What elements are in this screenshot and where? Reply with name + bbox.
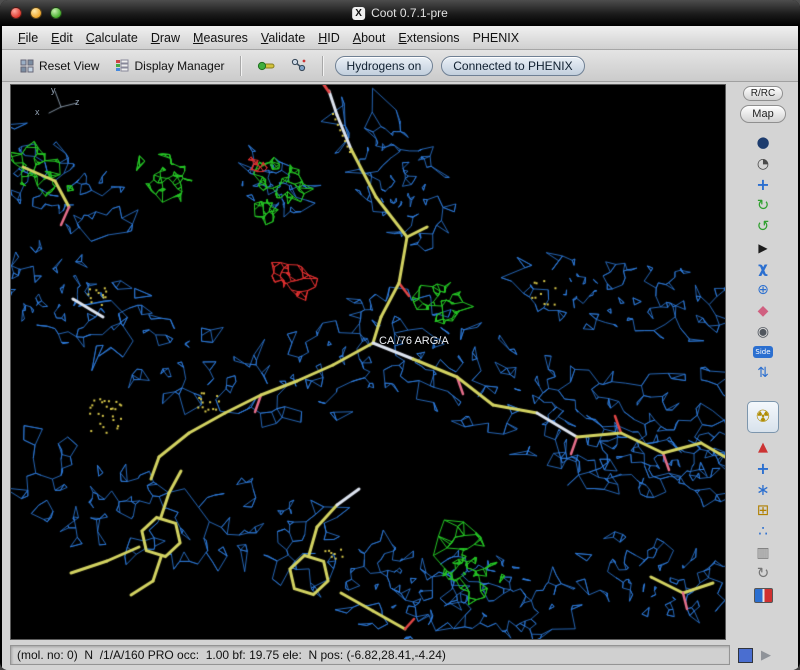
cross-tool-icon[interactable]: + (750, 458, 776, 479)
key-icon (257, 61, 275, 70)
x11-icon: X (352, 6, 366, 20)
title-bar: X Coot 0.7.1-pre (0, 0, 800, 26)
window-title-group: X Coot 0.7.1-pre (352, 0, 448, 26)
close-button[interactable] (10, 7, 22, 19)
toolbar-separator (239, 55, 242, 76)
play-icon[interactable]: ▶ (750, 237, 776, 258)
radiation-icon: ☢ (755, 406, 771, 427)
atom-pair-icon[interactable]: ⊕ (750, 279, 776, 300)
status-bar: (mol. no: 0) N /1/A/160 PRO occ: 1.00 bf… (2, 642, 798, 670)
hydrogens-toggle-button[interactable]: Hydrogens on (334, 55, 434, 76)
menu-draw[interactable]: Draw (151, 31, 180, 45)
menu-validate[interactable]: Validate (261, 31, 305, 45)
translate-icon[interactable]: + (750, 174, 776, 195)
axis-y-label: y (51, 85, 56, 95)
phenix-status-button[interactable]: Connected to PHENIX (441, 55, 585, 76)
menu-measures[interactable]: Measures (193, 31, 248, 45)
active-tool-button[interactable]: ☢ (747, 401, 779, 433)
menu-phenix[interactable]: PHENIX (473, 31, 520, 45)
goto-atom-icon (291, 58, 305, 72)
reset-view-button[interactable]: Reset View (16, 57, 103, 75)
coot-window: X Coot 0.7.1-pre File Edit Calculate Dra… (0, 0, 800, 670)
menu-extensions[interactable]: Extensions (398, 31, 459, 45)
toggle-key-button[interactable] (253, 57, 279, 75)
menu-about[interactable]: About (353, 31, 386, 45)
trash-icon[interactable]: ▥ (750, 542, 776, 563)
add-atom-icon[interactable]: ⊞ (750, 500, 776, 521)
display-manager-icon (116, 59, 129, 72)
water-dots-icon[interactable]: ∴ (750, 521, 776, 542)
window-controls (0, 7, 62, 19)
axis-z-label: z (75, 97, 80, 107)
tool-bar: Reset View Display Manager Hydrogens on … (2, 50, 798, 82)
atom-label: CA /76 ARG/A (379, 335, 449, 347)
refresh-icon[interactable]: ↻ (750, 563, 776, 584)
icon-stack: ● ◔ + ↻ ↺ ▶ χ ⊕ ◆ ◉ Side ⇅ ☢ ▲ + ∗ ⊞ ∴ ▥… (747, 132, 779, 603)
eye-icon[interactable]: ◉ (750, 321, 776, 342)
star-tool-icon[interactable]: ∗ (750, 479, 776, 500)
reset-view-icon (20, 59, 34, 72)
menu-calculate[interactable]: Calculate (86, 31, 138, 45)
axis-x-label: x (35, 107, 40, 117)
main-column: CA /76 ARG/A z y x (2, 82, 728, 642)
flag-icon[interactable] (753, 588, 773, 603)
display-manager-button[interactable]: Display Manager (111, 57, 228, 75)
app-area: File Edit Calculate Draw Measures Valida… (2, 26, 798, 670)
rotate-cw-icon[interactable]: ↻ (750, 195, 776, 216)
flip-icon[interactable]: ⇅ (750, 362, 776, 383)
hazard-icon[interactable]: ▲ (750, 437, 776, 458)
3d-view-canvas[interactable] (11, 85, 725, 639)
menu-edit[interactable]: Edit (51, 31, 73, 45)
toolbar-separator (321, 55, 324, 76)
side-chain-icon[interactable]: Side (753, 346, 773, 358)
menu-hid[interactable]: HID (318, 31, 340, 45)
goto-atom-button[interactable] (287, 56, 311, 75)
status-scroll-chip[interactable] (738, 647, 753, 663)
menu-bar: File Edit Calculate Draw Measures Valida… (2, 26, 798, 50)
reset-view-label: Reset View (39, 58, 100, 73)
map-button[interactable]: Map (740, 105, 786, 123)
zoom-button[interactable] (50, 7, 62, 19)
status-text: (mol. no: 0) N /1/A/160 PRO occ: 1.00 bf… (10, 645, 730, 665)
chi-angles-icon[interactable]: χ (750, 258, 776, 279)
sphere-icon[interactable]: ● (750, 132, 776, 153)
display-manager-label: Display Manager (134, 58, 225, 73)
window-body: CA /76 ARG/A z y x R/RC Map ● ◔ + ↻ ↺ ▶ … (2, 82, 798, 642)
rama-icon[interactable]: ◆ (750, 300, 776, 321)
window-title: Coot 0.7.1-pre (371, 6, 448, 20)
rotate-ccw-icon[interactable]: ↺ (750, 216, 776, 237)
clock-icon[interactable]: ◔ (750, 153, 776, 174)
gl-viewport: CA /76 ARG/A z y x (10, 84, 726, 640)
status-play-icon[interactable]: ▶ (761, 648, 779, 663)
minimize-button[interactable] (30, 7, 42, 19)
right-toolbar: R/RC Map ● ◔ + ↻ ↺ ▶ χ ⊕ ◆ ◉ Side ⇅ ☢ ▲ … (728, 82, 798, 642)
rrc-button[interactable]: R/RC (742, 86, 784, 101)
menu-file[interactable]: File (18, 31, 38, 45)
